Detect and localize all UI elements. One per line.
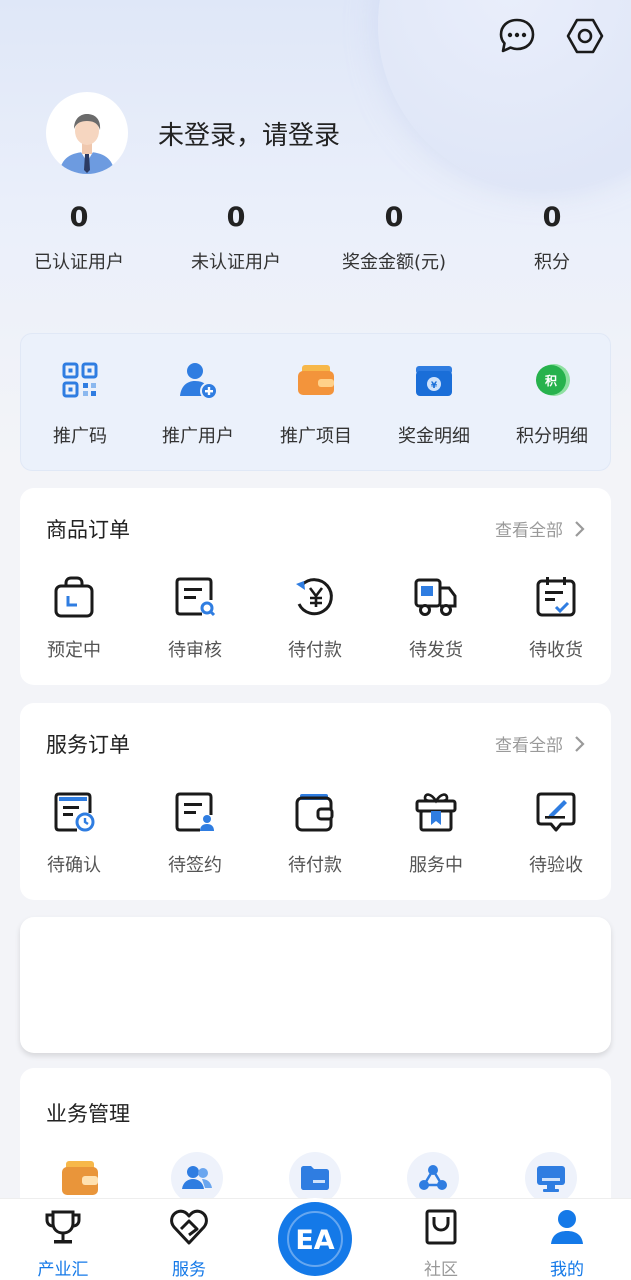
view-all-label: 查看全部 — [495, 521, 563, 541]
truck-icon — [413, 574, 459, 620]
biz-wallet-icon[interactable] — [54, 1152, 106, 1204]
goods-order-payment[interactable]: 待付款 — [261, 574, 369, 662]
gift-icon — [413, 789, 459, 835]
center-logo-text: EA — [295, 1225, 334, 1256]
goods-orders-view-all[interactable]: 查看全部 — [495, 516, 585, 541]
goods-order-reserving[interactable]: 预定中 — [20, 574, 128, 662]
quick-action-points-detail[interactable]: 积 积分明细 — [493, 358, 611, 448]
wallet-icon — [294, 358, 338, 402]
stat-label: 奖金金额(元) — [341, 252, 447, 273]
points-icon-text: 积 — [545, 373, 557, 388]
pending-confirm-icon — [51, 789, 97, 835]
stat-value: 0 — [542, 202, 562, 233]
biz-users-icon[interactable] — [171, 1152, 223, 1204]
service-order-payment[interactable]: 待付款 — [261, 789, 369, 877]
quick-action-label: 推广用户 — [162, 426, 234, 447]
tab-industry[interactable]: 产业汇 — [18, 1207, 108, 1280]
stat-unverified-users[interactable]: 0 未认证用户 — [156, 198, 316, 274]
order-status-label: 待签约 — [168, 855, 222, 876]
review-icon — [172, 574, 218, 620]
message-icon[interactable] — [497, 16, 537, 56]
cash-wallet-icon: ¥ — [412, 358, 456, 402]
service-orders-card: 服务订单 查看全部 待确认 待签约 待付款 服务中 待验收 — [20, 703, 611, 900]
order-status-label: 待验收 — [529, 855, 583, 876]
service-order-to-sign[interactable]: 待签约 — [141, 789, 249, 877]
quick-action-label: 推广项目 — [280, 426, 352, 447]
order-status-label: 待付款 — [288, 640, 342, 661]
goods-order-to-receive[interactable]: 待收货 — [502, 574, 610, 662]
user-icon — [547, 1207, 587, 1247]
stat-value: 0 — [226, 202, 246, 233]
quick-action-bonus-detail[interactable]: ¥ 奖金明细 — [375, 358, 493, 448]
qr-code-icon — [58, 358, 102, 402]
service-orders-view-all[interactable]: 查看全部 — [495, 731, 585, 756]
quick-action-label: 积分明细 — [516, 426, 588, 447]
service-order-to-inspect[interactable]: 待验收 — [502, 789, 610, 877]
tab-label: 服务 — [172, 1260, 206, 1280]
service-order-pending-confirm[interactable]: 待确认 — [20, 789, 128, 877]
biz-folder-icon[interactable] — [289, 1152, 341, 1204]
tab-service[interactable]: 服务 — [144, 1207, 234, 1280]
order-status-label: 待审核 — [168, 640, 222, 661]
tab-mine[interactable]: 我的 — [522, 1207, 612, 1280]
quick-action-promo-projects[interactable]: 推广项目 — [257, 358, 375, 448]
order-status-label: 待确认 — [47, 855, 101, 876]
add-user-icon — [176, 358, 220, 402]
banner-placeholder — [20, 917, 611, 1053]
inspect-icon — [533, 789, 579, 835]
header-actions — [497, 16, 605, 56]
login-prompt[interactable]: 未登录，请登录 — [158, 115, 340, 152]
quick-actions-panel: 推广码 推广用户 推广项目 ¥ 奖金明细 积 积分明细 — [20, 333, 611, 471]
service-order-in-service[interactable]: 服务中 — [382, 789, 490, 877]
order-status-label: 服务中 — [409, 855, 463, 876]
ea-logo-icon: EA — [287, 1211, 343, 1267]
tab-label: 我的 — [550, 1260, 584, 1280]
receive-icon — [533, 574, 579, 620]
order-status-label: 预定中 — [47, 640, 101, 661]
bag-icon — [51, 574, 97, 620]
svg-text:¥: ¥ — [431, 381, 438, 391]
avatar[interactable] — [46, 92, 128, 174]
stat-value: 0 — [384, 202, 404, 233]
service-orders-title: 服务订单 — [46, 733, 130, 757]
order-status-label: 待付款 — [288, 855, 342, 876]
community-icon — [421, 1207, 461, 1247]
settings-icon[interactable] — [565, 16, 605, 56]
center-home-button[interactable]: EA — [278, 1202, 352, 1276]
points-icon: 积 — [530, 358, 574, 402]
view-all-label: 查看全部 — [495, 736, 563, 756]
stat-value: 0 — [69, 202, 89, 233]
payment-icon — [292, 574, 338, 620]
goods-order-review[interactable]: 待审核 — [141, 574, 249, 662]
goods-orders-title: 商品订单 — [46, 518, 130, 542]
goods-orders-card: 商品订单 查看全部 预定中 待审核 待付款 待发货 待收货 — [20, 488, 611, 685]
quick-action-promo-users[interactable]: 推广用户 — [139, 358, 257, 448]
chevron-right-icon — [575, 520, 585, 537]
heart-icon — [169, 1207, 209, 1247]
business-management-title: 业务管理 — [46, 1102, 130, 1126]
stat-label: 已认证用户 — [34, 252, 124, 273]
trophy-icon — [43, 1207, 83, 1247]
biz-network-icon[interactable] — [407, 1152, 459, 1204]
wallet-pay-icon — [292, 789, 338, 835]
sign-icon — [172, 789, 218, 835]
quick-action-promo-code[interactable]: 推广码 — [21, 358, 139, 448]
stat-bonus-amount[interactable]: 0 奖金金额(元) — [314, 198, 474, 274]
order-status-label: 待收货 — [529, 640, 583, 661]
quick-action-label: 推广码 — [53, 426, 107, 447]
quick-action-label: 奖金明细 — [398, 426, 470, 447]
goods-order-to-ship[interactable]: 待发货 — [382, 574, 490, 662]
stat-verified-users[interactable]: 0 已认证用户 — [0, 198, 159, 274]
order-status-label: 待发货 — [409, 640, 463, 661]
biz-monitor-icon[interactable] — [525, 1152, 577, 1204]
stat-points[interactable]: 0 积分 — [472, 198, 631, 274]
profile-section[interactable]: 未登录，请登录 — [46, 92, 340, 174]
tab-label: 产业汇 — [37, 1260, 89, 1280]
stat-label: 未认证用户 — [191, 252, 281, 273]
tab-label: 社区 — [424, 1260, 458, 1280]
chevron-right-icon — [575, 735, 585, 752]
tab-community[interactable]: 社区 — [396, 1207, 486, 1280]
stat-label: 积分 — [534, 252, 570, 273]
